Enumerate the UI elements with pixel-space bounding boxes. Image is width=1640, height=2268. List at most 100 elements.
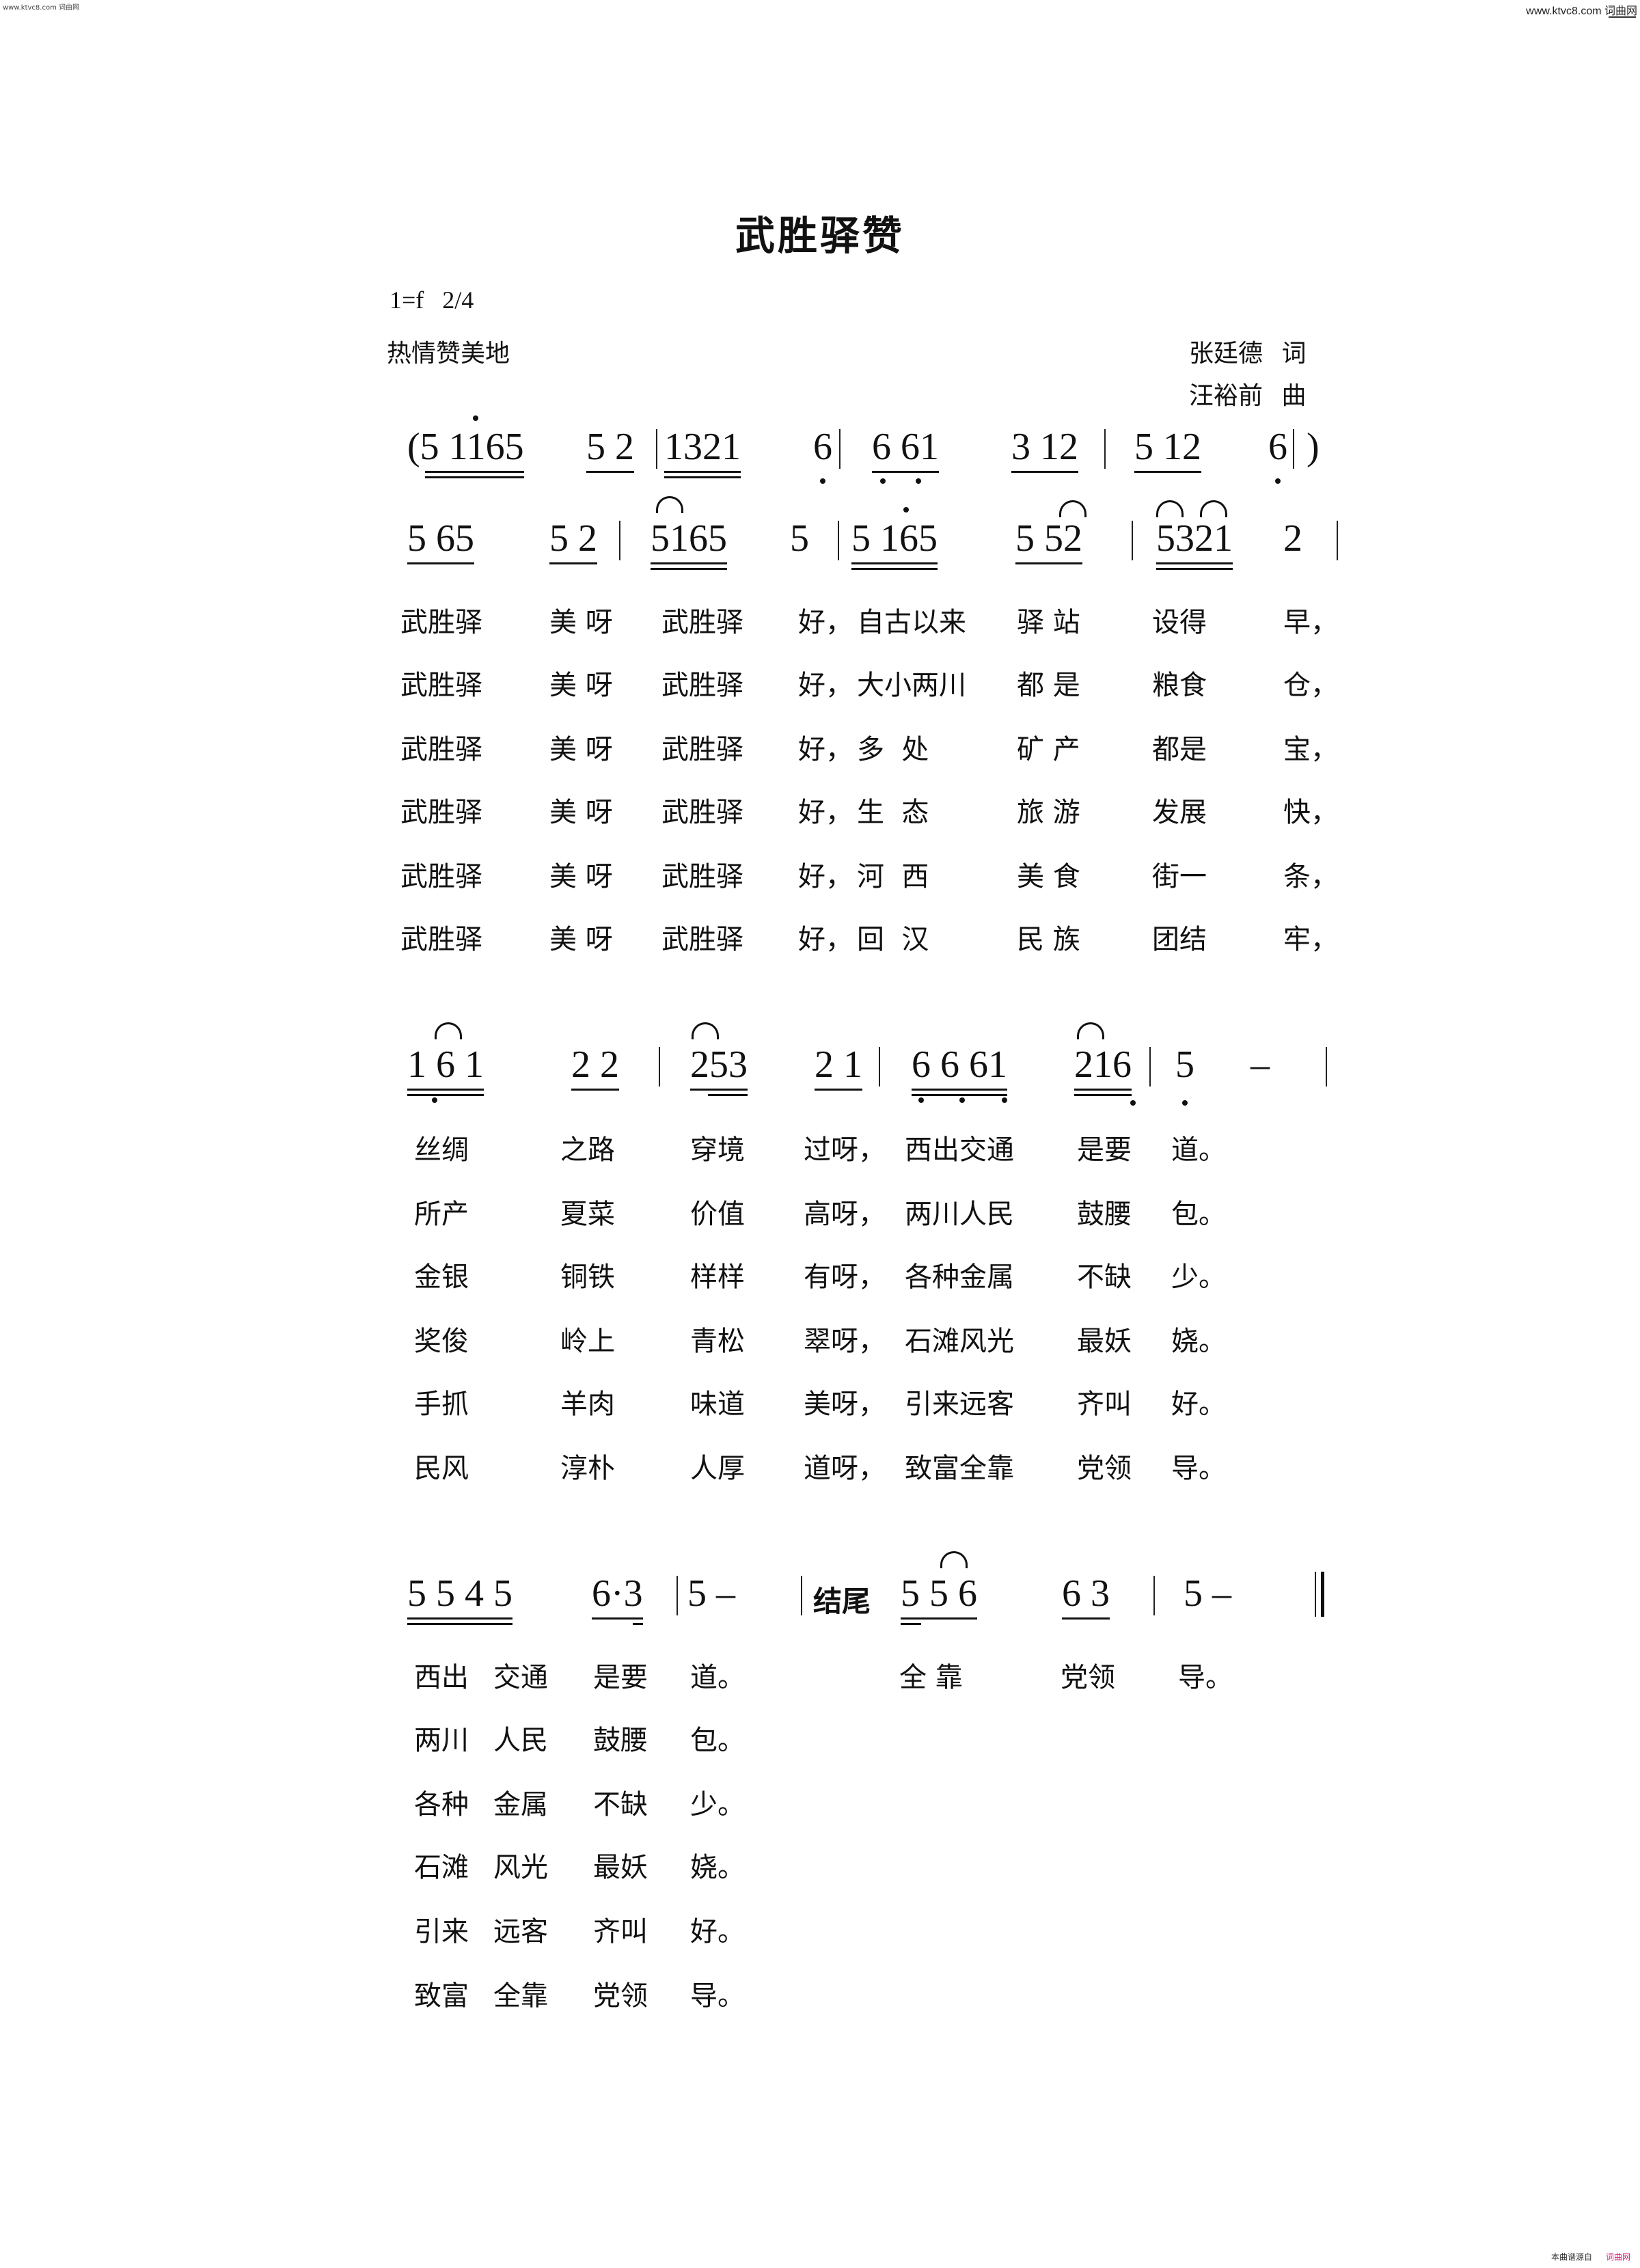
slur [940,1551,968,1568]
lyric-word: 岭上 [560,1326,615,1357]
lyric-word: 最妖 [593,1852,648,1883]
lyric-word: 都 是 [1017,670,1080,701]
lyric-word: 武胜驿 [400,797,482,828]
lyric-word: 鼓腰 [593,1725,648,1756]
note-group: (5 1165 [407,425,524,478]
lyric-word: 西出交通 [905,1134,1014,1166]
note-group: 5 2 [586,425,634,473]
intro-notation-row: (5 1165 5 2 1321 6 6 61 3 12 5 12 6 ) [407,415,1364,487]
footer-site-link[interactable]: 词曲网 [1606,2251,1630,2263]
lyric-word: 美 呀 [549,797,613,828]
lyric-word: 高呀， [804,1199,886,1230]
lyric-word: 过呀， [804,1134,886,1166]
lyric-word: 好， [798,670,853,701]
lyric-word: 交通 [493,1662,548,1693]
lyric-word: 羊肉 [560,1389,615,1420]
barline [676,1576,678,1615]
note-group: 6 [1268,426,1287,468]
melody-notation-row-2: 1 6 1 2 2 253 2 1 6 6 61 216 5 – [407,1022,1364,1106]
lyric-word: 驿 站 [1017,607,1080,638]
note-group: 6 61 [872,425,939,473]
barline [1326,1047,1327,1087]
octave-dot [432,1097,437,1103]
octave-dot [473,415,478,421]
lyric-word: 武胜驿 [661,607,743,638]
lyric-word: 鼓腰 [1077,1199,1132,1230]
lyric-word: 铜铁 [560,1261,615,1293]
slur [435,1022,462,1039]
barline [801,1576,802,1615]
lyric-word: 武胜驿 [400,734,482,765]
time-signature: 2/4 [442,286,474,314]
lyric-word: 大小两川 [857,670,966,701]
lyric-word: 娆。 [690,1852,745,1883]
note-group: 5 – [1184,1572,1231,1615]
note-group: – [1250,1043,1270,1086]
lyric-word: 各种金属 [905,1261,1014,1293]
lyric-word: 美 呀 [549,607,613,638]
lyric-word: 美 呀 [549,734,613,765]
lyric-word: 夏菜 [560,1199,615,1230]
lyric-word: 武胜驿 [400,670,482,701]
lyric-word: 翠呀， [804,1326,886,1357]
barline [1132,521,1133,560]
watermark-top-right: www.ktvc8.com 词曲网 [1526,5,1637,17]
lyric-word: 穿境 [690,1134,745,1166]
octave-dot [918,1097,924,1103]
lyric-word: 好， [798,607,853,638]
note-group: 5 165 [851,517,938,570]
note-group: 5 5 6 [901,1572,977,1625]
note-group: 5 – [687,1572,735,1615]
octave-dot [820,478,825,484]
lyric-word: 是要 [593,1662,648,1693]
key-time-signature: 1=f 2/4 [390,286,474,314]
lyric-word: 两川 [414,1725,469,1756]
lyric-word: 武胜驿 [661,670,743,701]
lyric-word: 民风 [414,1453,469,1484]
barline [1153,1576,1155,1615]
slur [1077,1022,1104,1039]
lyric-word: 仓， [1283,670,1338,701]
barline [659,1047,660,1087]
note-group: 5 52 [1015,517,1082,564]
note-group: 5 65 [407,517,474,564]
barline [838,521,839,560]
lyric-word: 所产 [414,1199,469,1230]
lyric-word: 武胜驿 [400,607,482,638]
lyric-word: 各种 [414,1789,469,1820]
note-group: ) [1307,426,1320,468]
lyric-word: 最妖 [1077,1326,1132,1357]
lyric-word: 不缺 [1077,1261,1132,1293]
composer-credit: 汪裕前 曲 [1189,376,1306,411]
lyric-word: 早， [1283,607,1338,638]
lyric-word: 包。 [1171,1199,1226,1230]
lyric-word: 党领 [593,1980,648,2012]
barline [656,429,657,469]
lyric-word: 美 呀 [549,924,613,955]
lyric-word: 道。 [690,1662,745,1693]
lyric-word: 引来 [414,1916,469,1948]
lyric-word: 石滩风光 [905,1326,1014,1357]
lyric-word: 齐叫 [1077,1389,1132,1420]
lyric-word: 武胜驿 [400,924,482,955]
lyric-word: 娆。 [1171,1326,1226,1357]
melody-notation-row-3: 5 5 4 5 6·3 5 – 结尾 5 5 6 6 3 5 – [407,1551,1364,1633]
lyric-word: 全靠 [493,1980,548,2012]
composer-name: 汪裕前 [1189,382,1263,410]
octave-dot [1002,1097,1007,1103]
lyric-word: 设得 [1152,607,1207,638]
lyric-word: 回 汉 [857,924,929,955]
lyric-word: 导。 [1178,1662,1233,1693]
lyric-word: 武胜驿 [661,861,743,892]
note-group: 6 6 61 [912,1043,1007,1096]
lyric-word: 武胜驿 [661,797,743,828]
lyric-word: 价值 [690,1199,745,1230]
lyric-word: 有呀， [804,1261,886,1293]
lyric-word: 少。 [690,1789,745,1820]
lyric-word: 好。 [690,1916,745,1948]
note-group: 2 [1283,517,1302,560]
lyric-word: 少。 [1171,1261,1226,1293]
expression-marking: 热情赞美地 [387,340,510,368]
slur [692,1022,719,1039]
lyric-word: 都是 [1152,734,1207,765]
